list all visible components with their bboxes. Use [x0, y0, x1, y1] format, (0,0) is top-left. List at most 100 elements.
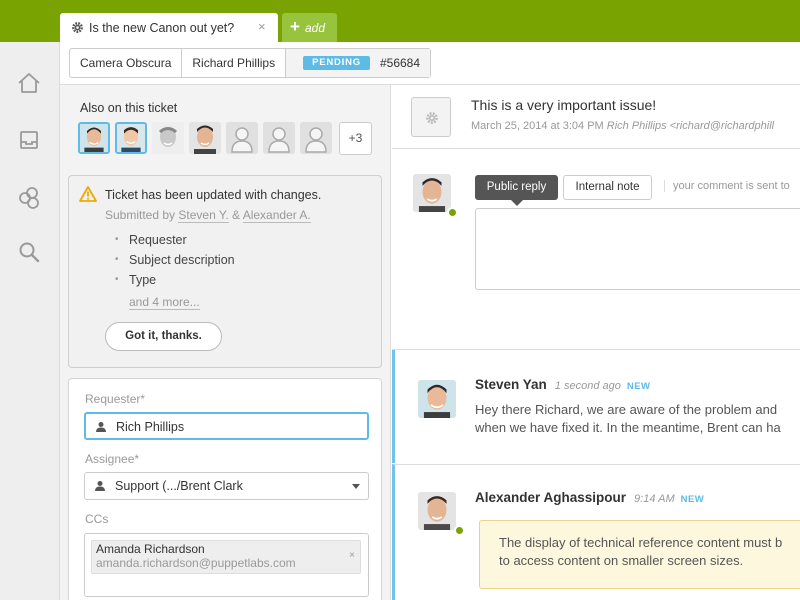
gear-icon [426, 112, 438, 124]
cc-tag[interactable]: Amanda Richardson amanda.richardson@pupp… [91, 540, 361, 574]
comment-author: Steven Yan 1 second ago NEW [475, 377, 651, 392]
avatar[interactable] [115, 122, 147, 154]
ticket-header: Camera Obscura Richard Phillips PENDING … [60, 42, 800, 85]
avatar-placeholder[interactable] [226, 122, 258, 154]
gear-icon [72, 22, 83, 33]
avatar-placeholder[interactable] [263, 122, 295, 154]
status-badge: PENDING [303, 56, 370, 70]
ticket-id: #56684 [379, 56, 421, 70]
default-user-icon [263, 122, 295, 154]
notice-submitted-by: Submitted by Steven Y. & Alexander A. [105, 208, 311, 223]
avatar[interactable] [189, 122, 221, 154]
ticket-fields-form: Requester* Rich Phillips Assignee* Suppo… [68, 378, 382, 600]
breadcrumb-ticket[interactable]: PENDING #56684 [286, 49, 431, 77]
search-icon[interactable] [16, 239, 42, 265]
person-icon [96, 422, 106, 432]
ampersand: & [232, 208, 241, 222]
plus-icon: + [290, 17, 300, 36]
comment-line: when we have fixed it. In the meantime, … [475, 420, 781, 435]
ticket-subject: This is a very important issue! [471, 97, 657, 113]
requester-label: Requester* [85, 392, 146, 406]
comment: Alexander Aghassipour 9:14 AM NEW The disp… [392, 464, 800, 600]
close-icon[interactable]: × [258, 19, 266, 34]
requester-field[interactable]: Rich Phillips [84, 412, 369, 440]
ticket-author: Rich Phillips <richard@richardphill [606, 120, 775, 132]
comment-author: Alexander Aghassipour 9:14 AM NEW [475, 490, 704, 505]
warning-icon [79, 186, 97, 202]
conversation-panel: This is a very important issue! March 25… [392, 85, 800, 600]
default-user-icon [300, 122, 332, 154]
reply-textarea[interactable] [475, 208, 800, 290]
submitted-prefix: Submitted by [105, 208, 176, 222]
comment-line: to access content on smaller screen size… [499, 553, 744, 568]
customers-icon[interactable] [16, 185, 42, 211]
default-user-icon [226, 122, 258, 154]
ticket-meta: March 25, 2014 at 3:04 PM Rich Phillips … [471, 120, 774, 132]
views-icon[interactable] [16, 127, 42, 153]
assignee-value: Support (.../Brent Clark [115, 479, 243, 493]
comment-line: The display of technical reference conte… [499, 535, 783, 550]
list-item: Requester [115, 230, 235, 250]
add-tab-button[interactable]: + add [282, 13, 337, 42]
breadcrumb-org[interactable]: Camera Obscura [70, 49, 183, 77]
comment-time: 9:14 AM [634, 493, 675, 505]
person-photo-icon [80, 124, 108, 152]
assignee-select[interactable]: Support (.../Brent Clark [84, 472, 369, 500]
comment-body: The display of technical reference conte… [479, 520, 800, 589]
breadcrumb: Camera Obscura Richard Phillips PENDING … [69, 48, 432, 78]
internal-note-button[interactable]: Internal note [563, 175, 652, 200]
more-viewers-button[interactable]: +3 [339, 122, 372, 155]
author-name[interactable]: Steven Yan [475, 377, 547, 392]
ccs-label: CCs [85, 512, 109, 526]
avatar [418, 492, 456, 530]
dismiss-notice-button[interactable]: Got it, thanks. [105, 322, 222, 351]
show-more-changes-link[interactable]: and 4 more... [129, 295, 200, 310]
new-badge: NEW [680, 494, 705, 505]
public-reply-button[interactable]: Public reply [475, 175, 558, 206]
reply-composer: Public reply Internal note your comment … [392, 150, 800, 350]
assignee-label: Assignee* [85, 452, 140, 466]
avatar[interactable] [78, 122, 110, 154]
author-name[interactable]: Alexander Aghassipour [475, 490, 626, 505]
avatar [413, 174, 451, 212]
person-photo-icon [418, 492, 456, 530]
comment-time: 1 second ago [554, 380, 621, 392]
notice-title: Ticket has been updated with changes. [105, 188, 322, 202]
ticket-subject-header: This is a very important issue! March 25… [392, 85, 800, 149]
ticket-properties-panel: Also on this ticket +3 Ticket has been u… [60, 85, 391, 600]
submitter-link[interactable]: Steven Y. [178, 208, 229, 223]
person-photo-icon [189, 122, 221, 154]
online-status-icon [447, 207, 458, 218]
home-icon[interactable] [16, 70, 42, 96]
cc-name: Amanda Richardson [96, 542, 205, 556]
list-item: Type [115, 270, 235, 290]
person-photo-icon [117, 124, 145, 152]
tab-title: Is the new Canon out yet? [89, 21, 235, 35]
requester-value: Rich Phillips [116, 420, 185, 434]
ticket-tab[interactable]: Is the new Canon out yet? × [60, 13, 278, 42]
new-badge: NEW [626, 381, 651, 392]
ccs-input[interactable]: Amanda Richardson amanda.richardson@pupp… [84, 533, 369, 597]
online-status-icon [454, 525, 465, 536]
avatar [418, 380, 456, 418]
recipient-note: your comment is sent to [664, 180, 790, 192]
update-notice: Ticket has been updated with changes. Su… [68, 175, 382, 368]
person-icon [95, 481, 105, 491]
left-nav [0, 42, 60, 600]
comment: Steven Yan 1 second ago NEW Hey there Rich… [392, 350, 800, 463]
chevron-down-icon [352, 484, 360, 489]
avatar[interactable] [152, 122, 184, 154]
person-photo-icon [413, 174, 451, 212]
person-photo-icon [418, 380, 456, 418]
submitter-link[interactable]: Alexander A. [242, 208, 311, 223]
also-on-ticket-title: Also on this ticket [80, 101, 178, 115]
comment-line: Hey there Richard, we are aware of the p… [475, 402, 778, 417]
remove-cc-icon[interactable]: × [349, 549, 355, 563]
person-photo-icon [152, 122, 184, 154]
avatar-placeholder[interactable] [300, 122, 332, 154]
add-tab-label: add [305, 21, 326, 35]
ticket-date: March 25, 2014 at 3:04 PM [471, 120, 604, 132]
breadcrumb-user[interactable]: Richard Phillips [182, 49, 287, 77]
top-bar: Is the new Canon out yet? × + add [0, 0, 800, 42]
viewer-avatars: +3 [78, 122, 372, 155]
